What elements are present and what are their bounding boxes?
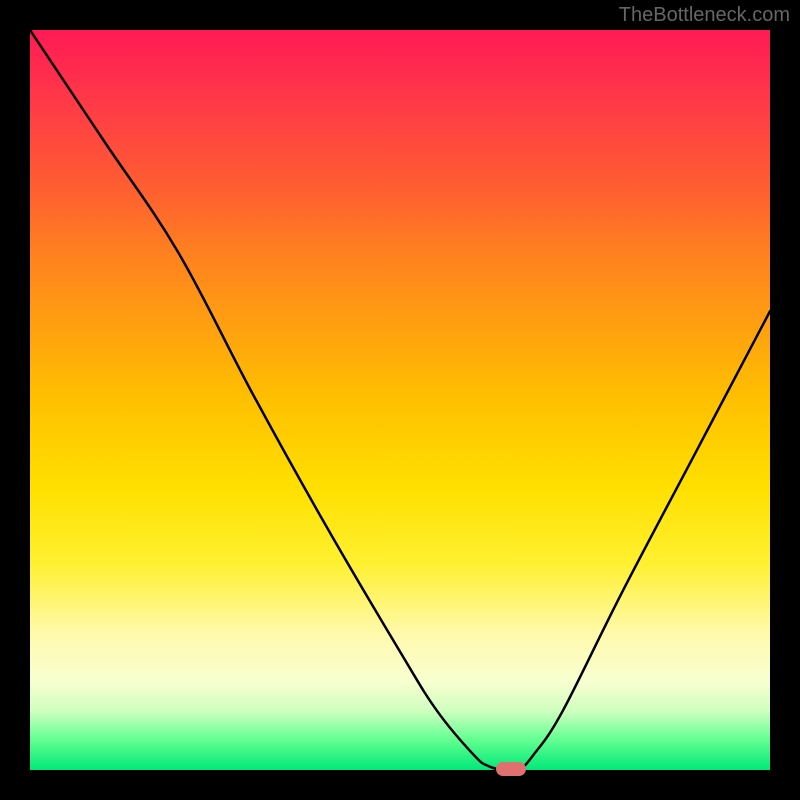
watermark-text: TheBottleneck.com (619, 4, 790, 27)
optimal-marker (496, 762, 526, 776)
bottleneck-curve (30, 30, 770, 770)
plot-area (30, 30, 770, 770)
